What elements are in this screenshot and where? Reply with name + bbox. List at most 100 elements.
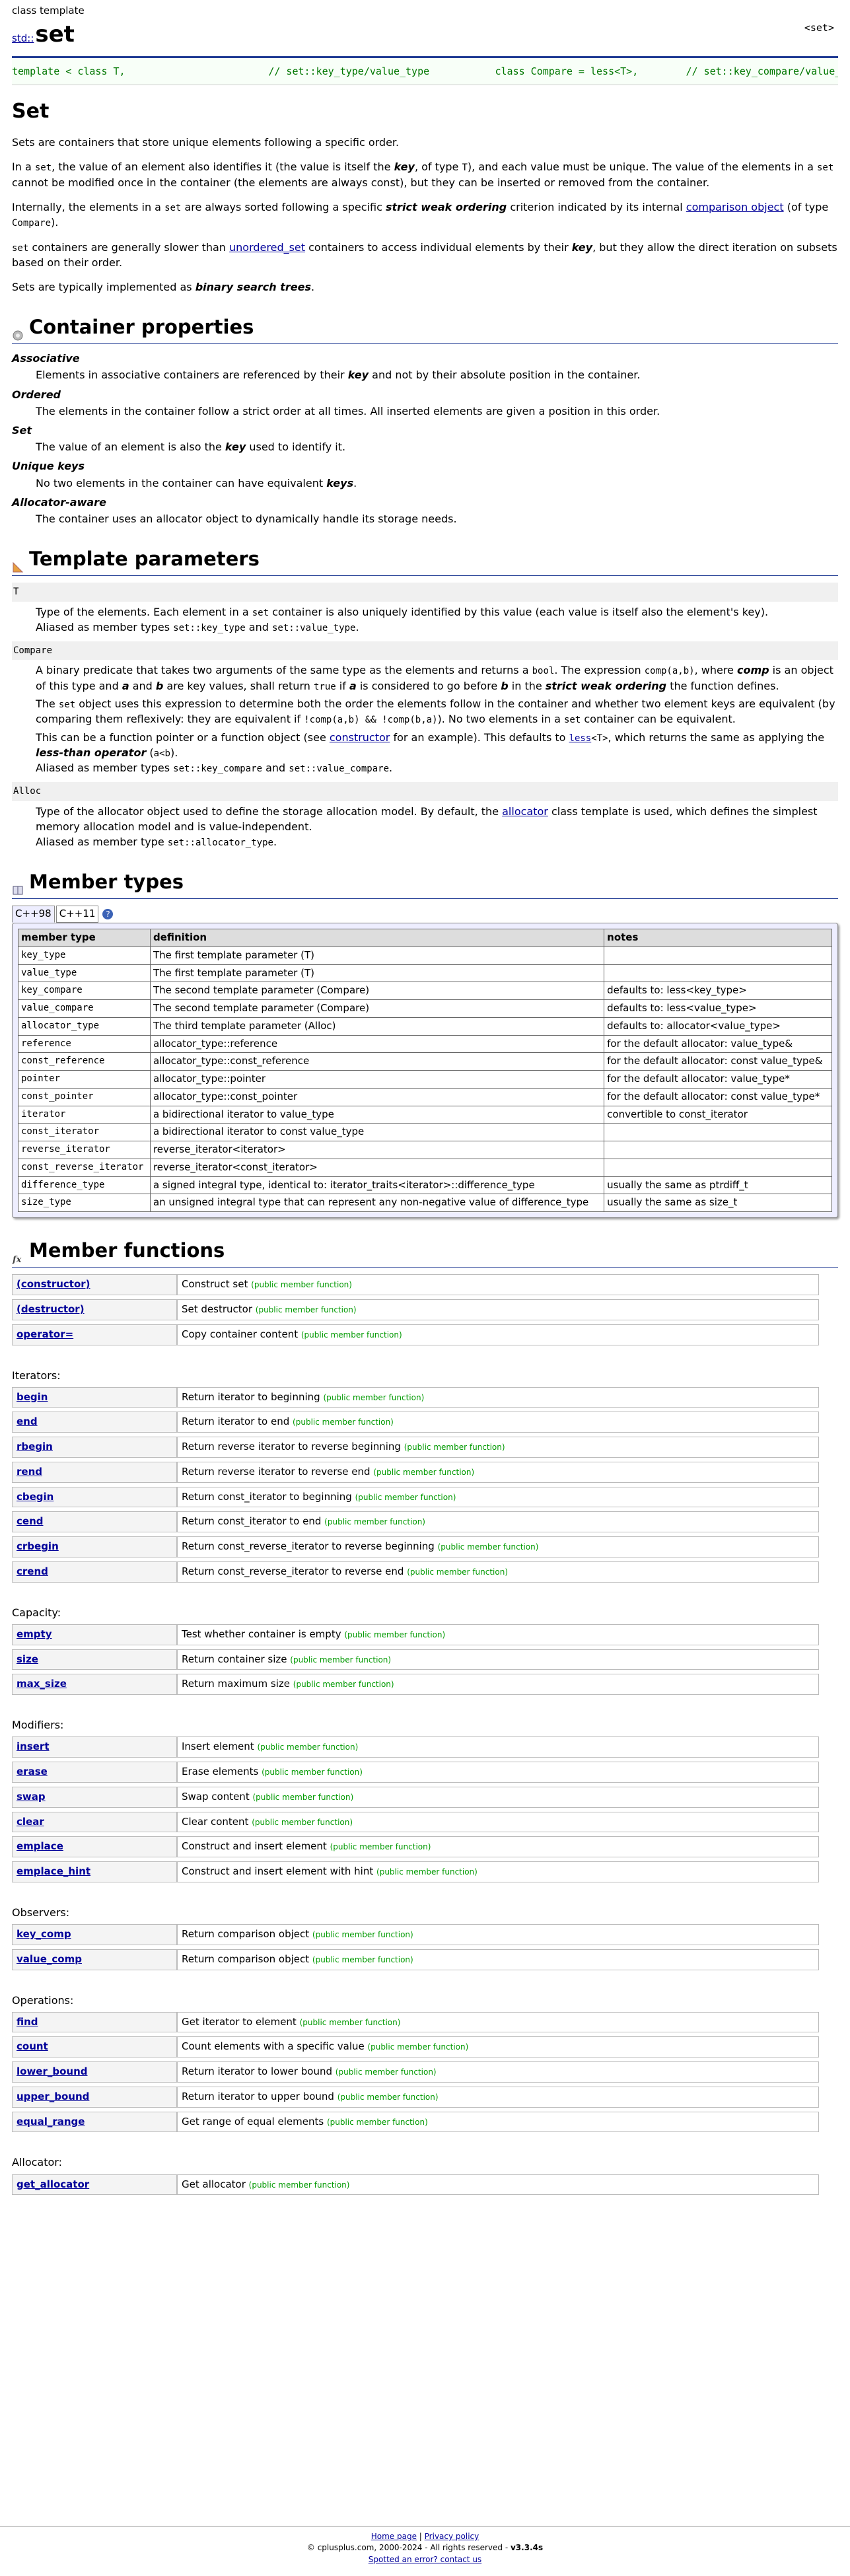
member-function-tag: (public member function) (251, 1280, 352, 1290)
function-link[interactable]: cend (17, 1515, 43, 1527)
function-row: empty Test whether container is empty (pu… (12, 1624, 819, 1645)
function-row: lower_bound Return iterator to lower boun… (12, 2061, 819, 2083)
property-term: Unique keys (12, 460, 85, 473)
function-link[interactable]: key_comp (17, 1928, 71, 1940)
section-divider (12, 898, 838, 900)
member-function-tag: (public member function) (323, 1392, 425, 1402)
class-name: set (35, 20, 75, 48)
function-link[interactable]: begin (17, 1391, 48, 1403)
parameters-icon (12, 553, 24, 573)
table-row: reverse_iterator reverse_iterator<iterato… (18, 1141, 832, 1159)
function-link[interactable]: upper_bound (17, 2091, 89, 2102)
function-link[interactable]: rbegin (17, 1441, 53, 1452)
definition-cell: a bidirectional iterator to const value_… (149, 1123, 605, 1142)
property-term: Set (12, 424, 32, 437)
section-divider (12, 575, 838, 577)
function-row: crend Return const_reverse_iterator to re… (12, 1561, 819, 1583)
constructor-link[interactable]: constructor (330, 731, 390, 744)
less-link[interactable]: less (569, 733, 592, 744)
function-link[interactable]: count (17, 2040, 48, 2052)
privacy-link[interactable]: Privacy policy (425, 2532, 479, 2541)
version-tabs: C++98 C++11 ? (12, 906, 838, 923)
member-function-tag: (public member function) (373, 1467, 475, 1477)
function-link[interactable]: max_size (17, 1678, 67, 1690)
home-link[interactable]: Home page (371, 2532, 417, 2541)
function-row: swap Swap content (public member function… (12, 1786, 819, 1808)
function-link[interactable]: crbegin (17, 1540, 59, 1552)
member-types-heading: Member types (12, 868, 838, 896)
function-link[interactable]: equal_range (17, 2116, 85, 2128)
member-functions-list: (constructor) Construct set (public membe… (12, 1274, 838, 2196)
unordered-set-link[interactable]: unordered_set (229, 241, 305, 254)
page-footer: Home page | Privacy policy © cplusplus.c… (0, 2526, 850, 2565)
function-link[interactable]: end (17, 1415, 38, 1427)
table-row: key_type The first template parameter (T) (18, 946, 832, 965)
member-function-tag: (public member function) (337, 2092, 439, 2102)
member-type-cell: reference (18, 1034, 151, 1054)
function-link[interactable]: lower_bound (17, 2065, 88, 2077)
function-link[interactable]: (destructor) (17, 1303, 85, 1315)
namespace-link[interactable]: std:: (12, 32, 34, 46)
function-link[interactable]: clear (17, 1816, 44, 1828)
function-description: Get range of equal elements (182, 2115, 324, 2128)
function-row: begin Return iterator to beginning (publi… (12, 1386, 819, 1408)
properties-icon (12, 321, 24, 341)
function-link[interactable]: insert (17, 1740, 50, 1752)
function-table: find Get iterator to element (public memb… (12, 2011, 819, 2133)
function-link[interactable]: swap (17, 1791, 46, 1803)
allocator-link[interactable]: allocator (502, 805, 548, 818)
function-row: get_allocator Get allocator (public membe… (12, 2174, 819, 2196)
function-link[interactable]: empty (17, 1628, 52, 1640)
notes-cell (604, 1141, 832, 1159)
definition-cell: a bidirectional iterator to value_type (149, 1105, 605, 1124)
function-link[interactable]: emplace (17, 1840, 63, 1852)
table-row: const_pointer allocator_type::const_point… (18, 1087, 832, 1106)
function-link[interactable]: find (17, 2016, 38, 2028)
function-link[interactable]: rend (17, 1466, 42, 1478)
function-link[interactable]: get_allocator (17, 2178, 89, 2190)
function-table: key_comp Return comparison object (public… (12, 1924, 819, 1970)
function-row: cbegin Return const_iterator to beginning… (12, 1486, 819, 1508)
table-row: value_compare The second template paramet… (18, 999, 832, 1018)
function-row: erase Erase elements (public member funct… (12, 1762, 819, 1783)
member-function-tag: (public member function) (312, 1954, 413, 1964)
function-description: Count elements with a specific value (182, 2040, 365, 2053)
definition-cell: The second template parameter (Compare) (149, 999, 605, 1018)
function-row: cend Return const_iterator to end (public… (12, 1511, 819, 1533)
function-link[interactable]: emplace_hint (17, 1865, 90, 1877)
column-header: member type (18, 929, 151, 947)
member-type-cell: key_type (18, 946, 151, 965)
table-row: difference_type a signed integral type, i… (18, 1176, 832, 1195)
table-row: pointer allocator_type::pointer for the de… (18, 1070, 832, 1089)
function-link[interactable]: erase (17, 1766, 48, 1777)
function-link[interactable]: value_comp (17, 1953, 82, 1965)
function-link[interactable]: cbegin (17, 1491, 53, 1503)
function-group-title: Operations: (12, 1993, 74, 2007)
section-divider (12, 343, 838, 345)
function-description: Get iterator to element (182, 2015, 297, 2028)
function-description: Return iterator to lower bound (182, 2065, 333, 2078)
member-type-cell: allocator_type (18, 1017, 151, 1036)
table-row: const_iterator a bidirectional iterator t… (18, 1123, 832, 1142)
tab-cpp98[interactable]: C++98 (12, 906, 55, 923)
function-description: Return const_iterator to end (182, 1515, 322, 1528)
member-function-tag: (public member function) (257, 1742, 359, 1752)
comparison-object-link[interactable]: comparison object (686, 201, 784, 213)
tab-cpp11[interactable]: C++11 (55, 906, 99, 923)
param-Alloc: Alloc (12, 782, 838, 801)
member-types-panel: member type definition notes key_type The… (12, 923, 838, 1219)
definition-cell: The second template parameter (Compare) (149, 982, 605, 1001)
function-table: empty Test whether container is empty (pu… (12, 1624, 819, 1696)
member-function-tag: (public member function) (437, 1542, 539, 1552)
function-link[interactable]: size (17, 1653, 38, 1665)
function-link[interactable]: crend (17, 1565, 48, 1577)
notes-cell: for the default allocator: const value_t… (604, 1087, 832, 1106)
help-icon[interactable]: ? (102, 909, 114, 920)
function-row: end Return iterator to end (public member… (12, 1412, 819, 1433)
contact-link[interactable]: Spotted an error? contact us (369, 2555, 481, 2564)
function-link[interactable]: operator= (17, 1328, 73, 1340)
definition-cell: The third template parameter (Alloc) (149, 1017, 605, 1036)
function-table: (constructor) Construct set (public membe… (12, 1274, 819, 1345)
function-row: count Count elements with a specific valu… (12, 2036, 819, 2058)
function-link[interactable]: (constructor) (17, 1278, 90, 1290)
